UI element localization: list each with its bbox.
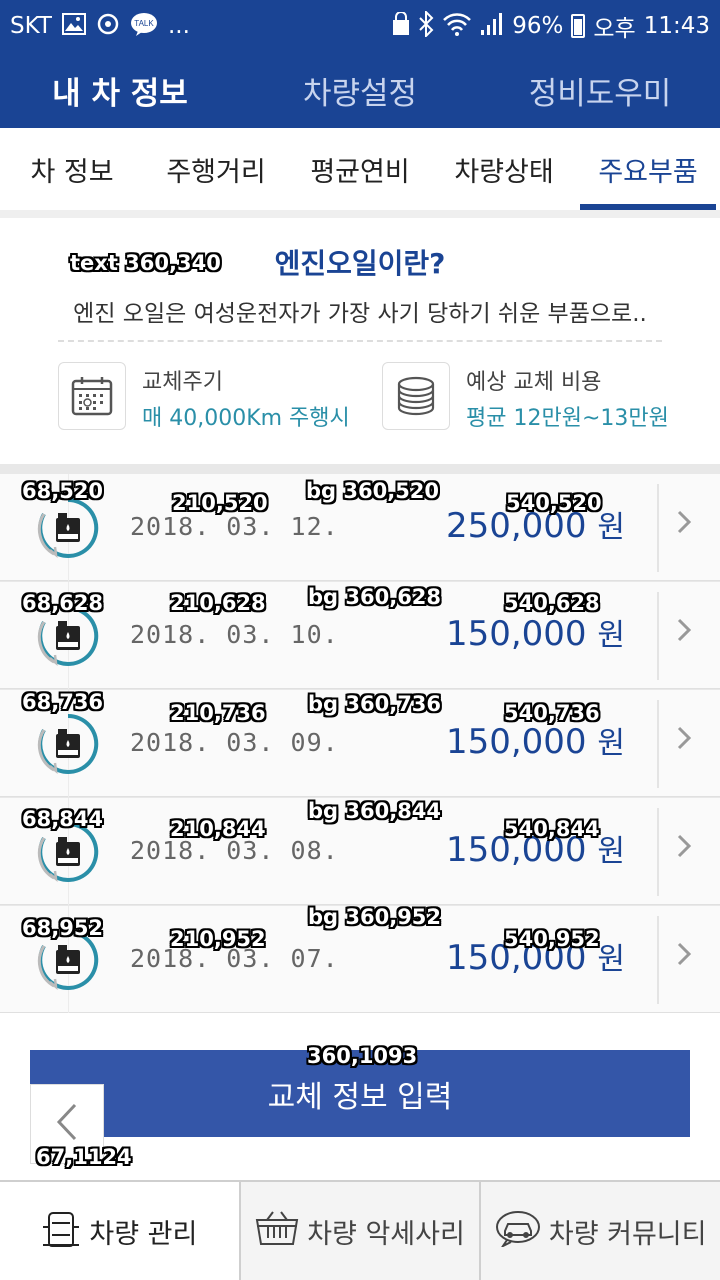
- overlay-label: bg 360,520: [306, 479, 440, 503]
- history-date: 2018. 03. 12.: [130, 512, 339, 541]
- tab-vehicle-settings[interactable]: 차량설정: [240, 52, 480, 128]
- coins-icon: [382, 362, 450, 430]
- replacement-cycle-box: 교체주기 매 40,000Km 주행시: [58, 362, 358, 432]
- row-separator: [657, 484, 659, 572]
- kakaotalk-icon: TALK: [130, 12, 158, 41]
- history-date: 2018. 03. 09.: [130, 728, 339, 757]
- signal-icon: [480, 12, 504, 41]
- overlay-label: 210,628: [170, 591, 266, 615]
- battery-percent: 96%: [512, 13, 564, 39]
- history-amount: 150,000 원: [446, 610, 625, 654]
- oil-change-icon: [36, 712, 100, 776]
- overlay-label: 67,1124: [36, 1145, 132, 1169]
- tab-maintenance-helper[interactable]: 정비도우미: [480, 52, 720, 128]
- currency-unit: 원: [597, 942, 625, 977]
- overlay-label: 68,844: [22, 807, 104, 831]
- overlay-label: 540,628: [504, 591, 600, 615]
- overlay-label: 68,628: [22, 591, 104, 615]
- oil-change-icon: [36, 496, 100, 560]
- cost-label: 예상 교체 비용: [466, 370, 602, 395]
- chevron-right-icon[interactable]: [676, 940, 692, 975]
- overlay-label: 540,952: [504, 927, 600, 951]
- bottom-tab-vehicle-management[interactable]: 차량 관리: [0, 1182, 241, 1280]
- car-front-icon: [41, 1209, 81, 1254]
- status-left: SKT TALK ...: [10, 12, 190, 41]
- overlay-label: 68,520: [22, 479, 104, 503]
- subtab-vehicle-status[interactable]: 차량상태: [432, 128, 576, 210]
- chevron-right-icon[interactable]: [676, 832, 692, 867]
- bottom-tab-label: 차량 커뮤니티: [548, 1218, 707, 1250]
- amount-value: 150,000: [445, 614, 587, 654]
- clock: 11:43: [643, 13, 710, 39]
- chevron-right-icon[interactable]: [676, 724, 692, 759]
- cost-value: 평균 12만원~13만원: [466, 406, 669, 431]
- currency-unit: 원: [597, 510, 625, 545]
- currency-unit: 원: [597, 834, 625, 869]
- subtab-main-parts[interactable]: 주요부품: [576, 128, 720, 210]
- cycle-label: 교체주기: [142, 370, 223, 395]
- overlay-label: 210,736: [170, 701, 266, 725]
- top-nav: 내 차 정보 차량설정 정비도우미: [0, 52, 720, 128]
- subtab-car-info[interactable]: 차 정보: [0, 128, 144, 210]
- bottom-tab-community[interactable]: 차량 커뮤니티: [481, 1182, 720, 1280]
- overlay-label: bg 360,844: [308, 799, 442, 823]
- overlay-label: 68,736: [22, 690, 104, 714]
- cycle-value: 매 40,000Km 주행시: [142, 406, 350, 431]
- sub-tabs: 차 정보 주행거리 평균연비 차량상태 주요부품: [0, 128, 720, 210]
- amount-value: 150,000: [445, 722, 587, 762]
- dashed-divider: [58, 340, 662, 342]
- overlay-label: bg 360,952: [308, 905, 442, 929]
- image-icon: [61, 12, 86, 40]
- overlay-label: 540,520: [506, 491, 602, 515]
- more-notifications: ...: [167, 13, 190, 39]
- car-chat-icon: [495, 1209, 541, 1254]
- overlay-label: 210,844: [170, 817, 266, 841]
- tabs-divider: [0, 210, 720, 218]
- expected-cost-box: 예상 교체 비용 평균 12만원~13만원: [382, 362, 682, 432]
- status-bar: SKT TALK ... 96% 오후 11:43: [0, 0, 720, 52]
- overlay-label: 360,1093: [307, 1044, 418, 1068]
- basket-icon: [255, 1210, 299, 1253]
- row-separator: [657, 700, 659, 788]
- row-separator: [657, 808, 659, 896]
- overlay-label: 68,952: [22, 916, 104, 940]
- currency-unit: 원: [597, 618, 625, 653]
- overlay-label: text 360,340: [70, 251, 221, 275]
- wifi-icon: [442, 12, 472, 41]
- battery-icon: [571, 14, 586, 38]
- ampm-label: 오후: [593, 16, 636, 42]
- chevron-left-icon: [55, 1102, 79, 1146]
- bottom-tab-accessories[interactable]: 차량 악세사리: [240, 1182, 482, 1280]
- tab-my-car[interactable]: 내 차 정보: [0, 52, 240, 128]
- chevron-right-icon[interactable]: [676, 508, 692, 543]
- bottom-tab-bar: 차량 관리 차량 악세사리 차량 커뮤니티: [0, 1180, 720, 1280]
- svg-text:TALK: TALK: [134, 19, 154, 28]
- overlay-label: 540,736: [504, 701, 600, 725]
- overlay-label: 210,952: [170, 927, 266, 951]
- currency-unit: 원: [597, 726, 625, 761]
- vault-icon: [392, 10, 410, 41]
- history-date: 2018. 03. 10.: [130, 620, 339, 649]
- overlay-label: 540,844: [504, 817, 600, 841]
- sync-icon: [96, 12, 120, 41]
- carrier-label: SKT: [10, 13, 52, 39]
- overlay-label: 210,520: [172, 491, 268, 515]
- overlay-label: bg 360,736: [308, 692, 442, 716]
- bottom-tab-label: 차량 관리: [89, 1218, 198, 1250]
- bluetooth-icon: [418, 9, 434, 42]
- overlay-label: bg 360,628: [308, 585, 442, 609]
- part-info-description: 엔진 오일은 여성운전자가 가장 사기 당하기 쉬운 부품으로..: [73, 301, 647, 327]
- row-separator: [657, 592, 659, 680]
- row-separator: [657, 916, 659, 1004]
- status-right: 96% 오후 11:43: [392, 9, 710, 43]
- subtab-fuel-economy[interactable]: 평균연비: [288, 128, 432, 210]
- subtab-mileage[interactable]: 주행거리: [144, 128, 288, 210]
- calendar-icon: [58, 362, 126, 430]
- bottom-tab-label: 차량 악세사리: [307, 1218, 465, 1250]
- chevron-right-icon[interactable]: [676, 616, 692, 651]
